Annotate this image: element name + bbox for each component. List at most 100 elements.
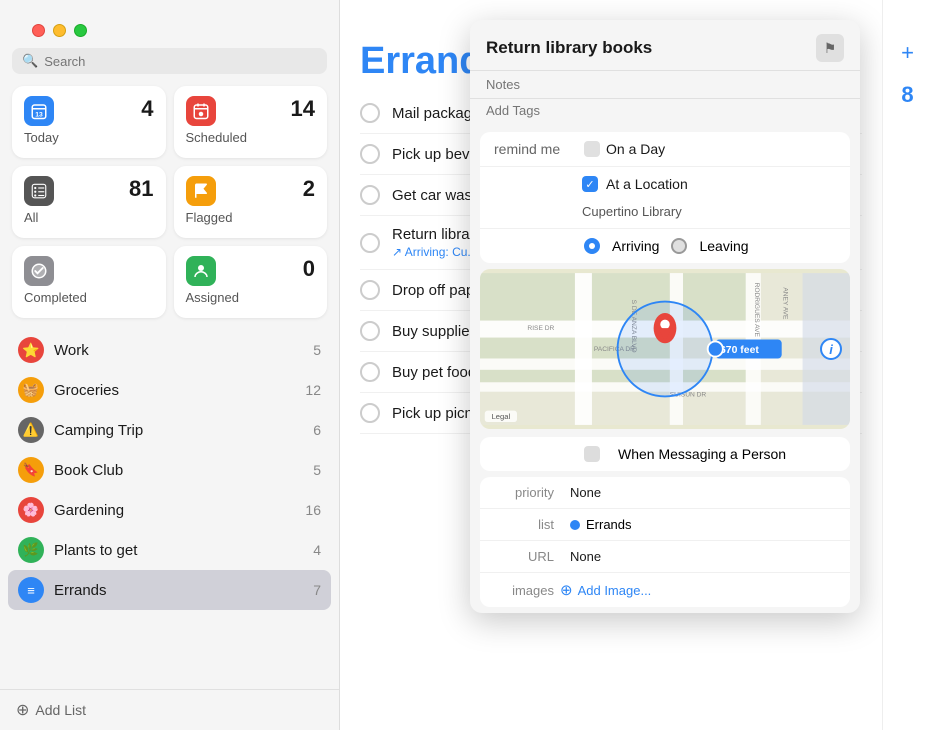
- maximize-button[interactable]: [74, 24, 87, 37]
- assigned-icon: [186, 256, 216, 286]
- priority-label: priority: [494, 485, 554, 500]
- traffic-lights: [16, 12, 103, 45]
- list-item-groceries[interactable]: 🧺 Groceries 12: [8, 370, 331, 410]
- plants-count: 4: [313, 542, 321, 558]
- search-input[interactable]: [44, 54, 317, 69]
- completed-label: Completed: [24, 290, 154, 305]
- task-checkbox-t3[interactable]: [360, 185, 380, 205]
- when-messaging-checkbox[interactable]: [584, 446, 600, 462]
- list-value: Errands: [586, 517, 632, 532]
- leaving-label: Leaving: [699, 238, 748, 254]
- priority-row: priority None: [480, 477, 850, 509]
- list-item-work[interactable]: ⭐ Work 5: [8, 330, 331, 370]
- right-panel: + 8: [882, 0, 932, 730]
- detail-panel: Return library books ⚑ remind me: [470, 20, 860, 613]
- badge-count: 8: [901, 82, 913, 108]
- smart-list-all[interactable]: 81 All: [12, 166, 166, 238]
- close-button[interactable]: [32, 24, 45, 37]
- bookclub-name: Book Club: [54, 462, 303, 479]
- flagged-icon: [186, 176, 216, 206]
- task-checkbox-t6[interactable]: [360, 321, 380, 341]
- scheduled-icon: [186, 96, 216, 126]
- svg-text:670 feet: 670 feet: [720, 345, 759, 356]
- gardening-dot: 🌸: [18, 497, 44, 523]
- list-item-plants[interactable]: 🌿 Plants to get 4: [8, 530, 331, 570]
- svg-text:Legal: Legal: [492, 412, 511, 421]
- plants-name: Plants to get: [54, 542, 303, 559]
- assigned-count: 0: [303, 256, 315, 282]
- task-checkbox-t1[interactable]: [360, 103, 380, 123]
- when-messaging-row: When Messaging a Person: [480, 437, 850, 471]
- map-svg: ANEY AVE RODRIGUES AVE S DE ANZA BLVD RI…: [480, 269, 850, 429]
- search-bar[interactable]: 🔍: [12, 48, 327, 74]
- plants-dot: 🌿: [18, 537, 44, 563]
- scheduled-label: Scheduled: [186, 130, 316, 145]
- svg-text:RODRIGUES AVE: RODRIGUES AVE: [753, 283, 760, 338]
- bookclub-dot: 🔖: [18, 457, 44, 483]
- flag-icon: ⚑: [824, 40, 837, 57]
- errands-count: 7: [313, 582, 321, 598]
- remind-label: remind me: [494, 141, 574, 157]
- add-image-button[interactable]: ⊕ Add Image...: [560, 581, 651, 599]
- url-label: URL: [494, 549, 554, 564]
- list-label: list: [494, 517, 554, 532]
- detail-meta: priority None list Errands URL None imag…: [480, 477, 850, 607]
- task-text-t7: Buy pet food: [392, 364, 476, 381]
- at-location-checkbox[interactable]: ✓: [582, 176, 598, 192]
- url-row: URL None: [480, 541, 850, 573]
- task-checkbox-t4[interactable]: [360, 233, 380, 253]
- svg-text:ANEY AVE: ANEY AVE: [782, 287, 789, 320]
- remind-on-day-row: remind me On a Day: [480, 132, 850, 167]
- remind-section: remind me On a Day ✓ At a Location Cuper…: [480, 132, 850, 263]
- scheduled-count: 14: [291, 96, 315, 122]
- task-checkbox-t7[interactable]: [360, 362, 380, 382]
- tags-section: [470, 98, 860, 126]
- work-name: Work: [54, 342, 303, 359]
- smart-list-completed[interactable]: Completed: [12, 246, 166, 318]
- images-row: images ⊕ Add Image...: [480, 573, 850, 607]
- groceries-count: 12: [305, 382, 321, 398]
- on-a-day-checkbox[interactable]: [584, 141, 600, 157]
- list-item-gardening[interactable]: 🌸 Gardening 16: [8, 490, 331, 530]
- add-list-button[interactable]: ⊕ Add List: [0, 689, 339, 730]
- list-item-bookclub[interactable]: 🔖 Book Club 5: [8, 450, 331, 490]
- images-label: images: [494, 583, 554, 598]
- task-checkbox-t8[interactable]: [360, 403, 380, 423]
- work-count: 5: [313, 342, 321, 358]
- notes-input[interactable]: [470, 71, 860, 98]
- map-info-button[interactable]: i: [820, 338, 842, 360]
- main-content: Errands Mail packages Pick up beverages …: [340, 0, 882, 730]
- add-reminder-button[interactable]: +: [901, 40, 914, 66]
- when-messaging-section: When Messaging a Person: [480, 437, 850, 471]
- minimize-button[interactable]: [53, 24, 66, 37]
- flagged-count: 2: [303, 176, 315, 202]
- gardening-count: 16: [305, 502, 321, 518]
- list-row: list Errands: [480, 509, 850, 541]
- task-checkbox-t2[interactable]: [360, 144, 380, 164]
- task-checkbox-t5[interactable]: [360, 280, 380, 300]
- tags-input[interactable]: [470, 99, 860, 126]
- url-value: None: [570, 549, 836, 564]
- arriving-radio[interactable]: [584, 238, 600, 254]
- bookclub-count: 5: [313, 462, 321, 478]
- priority-value: None: [570, 485, 836, 500]
- list-item-camping[interactable]: ⚠️ Camping Trip 6: [8, 410, 331, 450]
- smart-list-flagged[interactable]: 2 Flagged: [174, 166, 328, 238]
- at-location-row: ✓ At a Location Cupertino Library: [480, 167, 850, 229]
- smart-list-scheduled[interactable]: 14 Scheduled: [174, 86, 328, 158]
- smart-list-today[interactable]: 13 4 Today: [12, 86, 166, 158]
- smart-list-assigned[interactable]: 0 Assigned: [174, 246, 328, 318]
- on-a-day-label: On a Day: [606, 141, 665, 157]
- work-dot: ⭐: [18, 337, 44, 363]
- add-image-label: Add Image...: [578, 583, 652, 598]
- today-count: 4: [141, 96, 153, 122]
- flagged-label: Flagged: [186, 210, 316, 225]
- list-item-errands[interactable]: ≡ Errands 7: [8, 570, 331, 610]
- notes-section: [470, 70, 860, 98]
- flag-button[interactable]: ⚑: [816, 34, 844, 62]
- leaving-radio[interactable]: [671, 238, 687, 254]
- list-dot: [570, 520, 580, 530]
- detail-header: Return library books ⚑: [470, 20, 860, 70]
- groceries-dot: 🧺: [18, 377, 44, 403]
- camping-dot: ⚠️: [18, 417, 44, 443]
